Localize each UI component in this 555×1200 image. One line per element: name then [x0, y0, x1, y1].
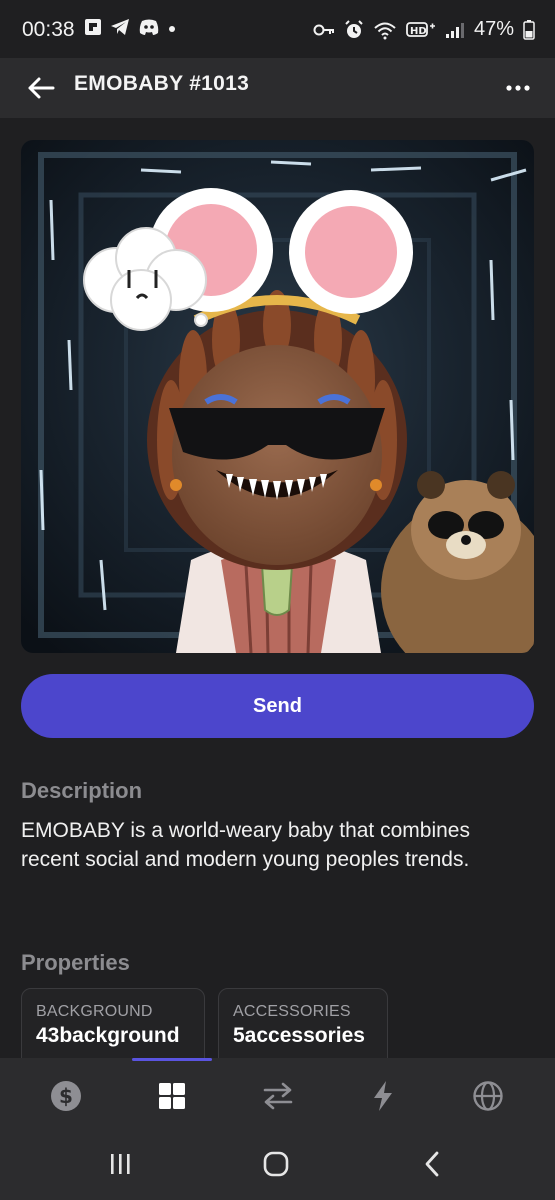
- property-key: BACKGROUND: [36, 1003, 153, 1020]
- back-button[interactable]: [22, 69, 60, 107]
- grid-icon: [159, 1083, 185, 1109]
- more-options-button[interactable]: [501, 69, 535, 107]
- alarm-icon: [345, 19, 363, 38]
- recents-icon: [111, 1154, 130, 1174]
- globe-icon: [473, 1081, 503, 1111]
- nft-artwork-illustration: [21, 140, 534, 653]
- battery-icon: [523, 19, 535, 40]
- battery-percent: 47%: [473, 18, 514, 40]
- property-key: ACCESSORIES: [233, 1003, 351, 1020]
- system-status-icons: HD 47%: [313, 18, 535, 41]
- wifi-icon: [374, 22, 396, 39]
- vpn-key-icon: [313, 24, 334, 35]
- discord-icon: [139, 19, 159, 35]
- system-back-button[interactable]: [410, 1146, 454, 1182]
- nft-artwork[interactable]: [21, 140, 534, 653]
- home-button[interactable]: [254, 1146, 298, 1182]
- status-bar: 00:38 HD 47%: [0, 0, 555, 58]
- property-value: 5accessories: [233, 1024, 365, 1047]
- system-nav-bar: [0, 1130, 555, 1200]
- bottom-nav: $: [0, 1058, 555, 1130]
- properties-heading: Properties: [21, 950, 130, 975]
- property-card-accessories[interactable]: ACCESSORIES 5accessories: [218, 988, 388, 1068]
- dot-icon: [169, 26, 175, 32]
- page-title: EMOBABY #1013: [74, 72, 250, 95]
- swap-icon: [263, 1082, 293, 1110]
- svg-text:$: $: [59, 1084, 73, 1108]
- nav-item-tokens[interactable]: $: [46, 1076, 86, 1116]
- nav-item-collectibles[interactable]: [152, 1076, 192, 1116]
- dollar-icon: $: [51, 1081, 81, 1111]
- active-tab-indicator: [132, 1058, 212, 1061]
- send-button[interactable]: Send: [21, 674, 534, 738]
- status-time: 00:38: [22, 18, 75, 41]
- nav-item-activity[interactable]: [363, 1076, 403, 1116]
- property-value: 43background: [36, 1024, 180, 1047]
- chevron-left-icon: [425, 1151, 439, 1177]
- hd-signal-icon: HD: [406, 21, 435, 37]
- more-dots-icon: [506, 85, 530, 91]
- property-card-background[interactable]: BACKGROUND 43background: [21, 988, 205, 1068]
- home-icon: [263, 1151, 289, 1177]
- nav-item-browser[interactable]: [468, 1076, 508, 1116]
- telegram-icon: [111, 19, 129, 35]
- app-bar: EMOBABY #1013: [0, 58, 555, 118]
- cell-signal-icon: [445, 22, 464, 38]
- description-heading: Description: [21, 778, 143, 803]
- svg-text:HD: HD: [410, 26, 427, 37]
- nav-item-swap[interactable]: [258, 1076, 298, 1116]
- notification-icons: [84, 18, 176, 36]
- recents-button[interactable]: [98, 1146, 142, 1182]
- arrow-left-icon: [28, 77, 55, 99]
- description-text: EMOBABY is a world-weary baby that combi…: [21, 819, 470, 871]
- lightning-icon: [374, 1081, 392, 1111]
- flipboard-icon: [85, 19, 101, 35]
